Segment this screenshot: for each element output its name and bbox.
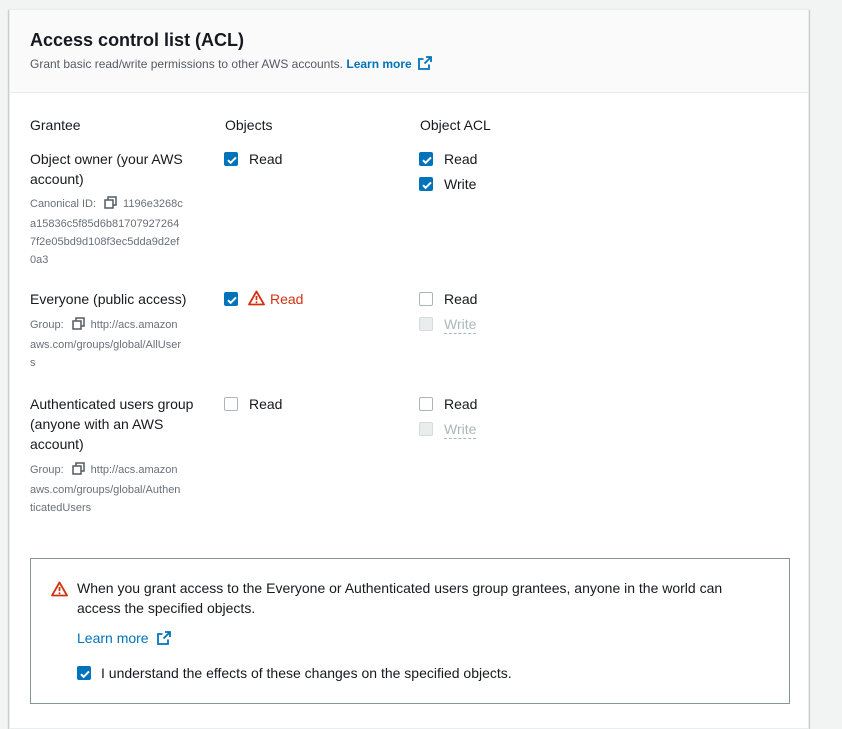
authenticated-acl-write-label: Write xyxy=(444,421,477,439)
copy-icon[interactable] xyxy=(71,462,85,481)
panel-description: Grant basic read/write permissions to ot… xyxy=(30,56,432,74)
checkbox-owner-objects-read[interactable] xyxy=(224,152,238,166)
everyone-objects-read-label: Read xyxy=(270,291,304,307)
owner-objects-read-label: Read xyxy=(249,151,283,167)
owner-acl-write-label: Write xyxy=(444,176,477,192)
grantee-name-owner: Object owner (your AWS account) xyxy=(30,151,183,187)
checkbox-authenticated-acl-read[interactable] xyxy=(419,397,433,411)
external-link-icon xyxy=(417,56,432,74)
group-uri-value-line: aws.com/groups/global/Authen xyxy=(30,484,181,496)
panel-header: Access control list (ACL) Grant basic re… xyxy=(10,10,808,93)
group-uri-value-line: ticatedUsers xyxy=(30,502,92,514)
checkbox-owner-acl-read[interactable] xyxy=(419,152,433,166)
alert-learn-more-link[interactable]: Learn more xyxy=(77,628,171,650)
warning-icon xyxy=(248,290,265,311)
canonical-id-label: Canonical ID: xyxy=(30,198,97,210)
panel-title: Access control list (ACL) xyxy=(30,30,245,50)
external-link-icon xyxy=(156,630,171,650)
authenticated-acl-read-label: Read xyxy=(444,396,478,412)
group-uri-value: http://acs.amazon xyxy=(90,319,178,331)
description-text: Grant basic read/write permissions to ot… xyxy=(30,57,344,71)
canonical-id-value-line: 7f2e05bd9d108f3ec5dda9d2ef xyxy=(30,236,180,248)
canonical-id-value: 1196e3268c xyxy=(123,198,183,210)
grantee-meta-everyone: Group: http://acs.amazon aws.com/groups/g… xyxy=(30,316,181,372)
alert-learn-more-label: Learn more xyxy=(77,630,149,646)
checkbox-owner-acl-write[interactable] xyxy=(419,177,433,191)
warning-icon xyxy=(51,581,68,602)
grantee-meta-owner: Canonical ID: 1196e3268c a15836c5f85d6b81… xyxy=(30,195,183,269)
grantee-name-everyone: Everyone (public access) xyxy=(30,291,187,307)
authenticated-objects-read-label: Read xyxy=(249,396,283,412)
everyone-acl-write-label: Write xyxy=(444,316,477,334)
group-uri-value-line: s xyxy=(30,357,36,369)
checkbox-everyone-acl-write xyxy=(419,317,433,331)
acknowledge-checkbox[interactable] xyxy=(77,666,91,680)
acknowledge-label: I understand the effects of these change… xyxy=(101,665,512,681)
copy-icon[interactable] xyxy=(104,196,117,215)
group-uri-value: http://acs.amazon xyxy=(90,464,178,476)
acl-panel: Access control list (ACL) Grant basic re… xyxy=(9,9,809,729)
everyone-acl-read-label: Read xyxy=(444,291,478,307)
checkbox-everyone-objects-read[interactable] xyxy=(224,292,238,306)
objects-column-header: Objects xyxy=(225,117,273,133)
copy-icon[interactable] xyxy=(71,317,85,336)
object-acl-column-header: Object ACL xyxy=(420,117,491,133)
group-label: Group: xyxy=(30,319,64,331)
alert-message: When you grant access to the Everyone or… xyxy=(77,580,723,616)
grantee-column-header: Grantee xyxy=(30,117,81,133)
checkbox-authenticated-acl-write xyxy=(419,422,433,436)
grantee-name-authenticated: Authenticated users group (anyone with a… xyxy=(30,396,194,452)
canonical-id-value-line: a15836c5f85d6b81707927264 xyxy=(30,218,180,230)
owner-acl-read-label: Read xyxy=(444,151,478,167)
group-uri-value-line: aws.com/groups/global/AllUser xyxy=(30,339,182,351)
checkbox-authenticated-objects-read[interactable] xyxy=(224,397,238,411)
checkbox-everyone-acl-read[interactable] xyxy=(419,292,433,306)
group-label: Group: xyxy=(30,464,64,476)
learn-more-link[interactable]: Learn more xyxy=(346,56,432,74)
public-access-warning-alert: When you grant access to the Everyone or… xyxy=(30,558,790,704)
learn-more-label: Learn more xyxy=(346,57,412,71)
canonical-id-value-line: 0a3 xyxy=(30,254,49,266)
grantee-meta-authenticated: Group: http://acs.amazon aws.com/groups/g… xyxy=(30,461,180,517)
